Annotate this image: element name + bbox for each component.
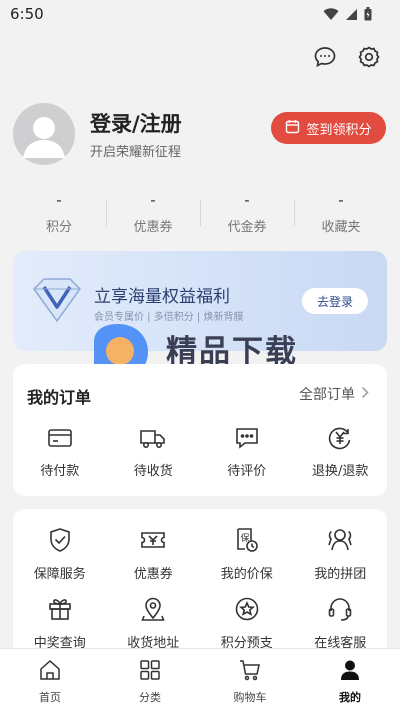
wifi-icon <box>323 6 339 25</box>
status-time: 6:50 <box>10 5 44 23</box>
order-item-label: 待收货 <box>133 464 173 479</box>
stat-value: - <box>244 191 250 209</box>
points-star-icon <box>234 596 260 626</box>
stat-label: 收藏夹 <box>321 220 361 235</box>
card-icon <box>47 426 73 454</box>
status-icons <box>323 6 372 25</box>
stat-favorites[interactable]: - 收藏夹 <box>294 192 388 242</box>
gear-icon[interactable] <box>356 44 382 70</box>
banner-subtitle: 会员专属价 | 多倍积分 | 焕新背膜 <box>94 312 244 323</box>
truck-icon <box>139 426 167 454</box>
order-pending-review[interactable]: 待评价 <box>200 426 294 479</box>
tab-label: 购物车 <box>233 691 267 704</box>
tab-mine[interactable]: 我的 <box>300 649 400 711</box>
service-group-buy[interactable]: 我的拼团 <box>294 527 388 582</box>
stat-points[interactable]: - 积分 <box>12 192 106 242</box>
order-item-label: 待付款 <box>40 464 80 479</box>
shield-check-icon <box>47 527 73 557</box>
member-badge-icon <box>30 277 84 327</box>
home-icon <box>38 658 62 686</box>
order-pending-receipt[interactable]: 待收货 <box>107 426 201 479</box>
stat-value: - <box>338 191 344 209</box>
service-label: 保障服务 <box>33 567 86 582</box>
services-grid: 保障服务 优惠券 保 我的价保 我的拼团 中奖查询 收货地址 积分预支 在线客服 <box>13 527 387 651</box>
avatar[interactable] <box>13 103 75 165</box>
login-subtitle: 开启荣耀新征程 <box>90 145 182 160</box>
price-protect-icon: 保 <box>233 527 261 557</box>
checkin-points-button[interactable]: 签到领积分 <box>271 112 386 144</box>
user-icon <box>338 658 362 686</box>
service-label: 我的价保 <box>220 567 273 582</box>
service-label: 优惠券 <box>133 567 173 582</box>
stat-label: 优惠券 <box>133 220 173 235</box>
grid-icon <box>138 658 162 686</box>
divider <box>106 200 107 226</box>
headset-icon <box>327 596 353 626</box>
service-protection[interactable]: 保障服务 <box>13 527 107 582</box>
stat-value: - <box>56 191 62 209</box>
ticket-icon <box>139 527 167 557</box>
status-bar: 6:50 <box>0 0 400 28</box>
tab-label: 首页 <box>39 691 61 704</box>
chevron-right-icon <box>361 386 369 403</box>
service-coupons[interactable]: 优惠券 <box>107 527 201 582</box>
divider <box>294 200 295 226</box>
stat-vouchers[interactable]: - 代金券 <box>200 192 294 242</box>
battery-icon <box>364 6 372 25</box>
tab-cart[interactable]: 购物车 <box>200 649 300 711</box>
stat-value: - <box>150 191 156 209</box>
stat-label: 积分 <box>45 220 72 235</box>
tab-category[interactable]: 分类 <box>100 649 200 711</box>
service-points-advance[interactable]: 积分预支 <box>200 596 294 651</box>
orders-title: 我的订单 <box>27 388 92 407</box>
checkin-label: 签到领积分 <box>306 122 372 138</box>
bottom-tab-bar: 首页 分类 购物车 我的 <box>0 648 400 711</box>
tab-label: 分类 <box>139 691 161 704</box>
tab-home[interactable]: 首页 <box>0 649 100 711</box>
services-card: 保障服务 优惠券 保 我的价保 我的拼团 中奖查询 收货地址 积分预支 在线客服 <box>13 509 387 659</box>
group-icon <box>326 527 354 557</box>
service-prize-query[interactable]: 中奖查询 <box>13 596 107 651</box>
user-stats: - 积分 - 优惠券 - 代金券 - 收藏夹 <box>12 192 388 242</box>
service-customer-support[interactable]: 在线客服 <box>294 596 388 651</box>
location-pin-icon <box>140 596 166 626</box>
yen-refund-icon <box>327 426 353 454</box>
stat-label: 代金券 <box>227 220 267 235</box>
stat-coupons[interactable]: - 优惠券 <box>106 192 200 242</box>
chat-bubble-icon[interactable] <box>312 44 338 70</box>
signal-icon <box>345 6 358 25</box>
cart-icon <box>238 658 262 686</box>
go-login-button[interactable]: 去登录 <box>302 288 368 314</box>
banner-title: 立享海量权益福利 <box>94 287 230 307</box>
order-pending-payment[interactable]: 待付款 <box>13 426 107 479</box>
service-price-protection[interactable]: 保 我的价保 <box>200 527 294 582</box>
calendar-icon <box>285 119 300 138</box>
gift-icon <box>47 596 73 626</box>
order-refund[interactable]: 退换/退款 <box>294 426 388 479</box>
all-orders-label: 全部订单 <box>299 387 355 403</box>
order-status-list: 待付款 待收货 待评价 退换/退款 <box>13 426 387 479</box>
divider <box>200 200 201 226</box>
orders-card: 我的订单 全部订单 待付款 待收货 待评价 退换/退款 <box>13 364 387 496</box>
order-item-label: 待评价 <box>227 464 267 479</box>
top-actions <box>312 44 382 70</box>
service-address[interactable]: 收货地址 <box>107 596 201 651</box>
login-register-title[interactable]: 登录/注册 <box>90 108 182 138</box>
member-benefits-banner[interactable]: 立享海量权益福利 会员专属价 | 多倍积分 | 焕新背膜 去登录 <box>13 251 387 351</box>
comment-icon <box>234 426 260 454</box>
service-label: 我的拼团 <box>314 567 367 582</box>
tab-label: 我的 <box>339 691 361 704</box>
all-orders-link[interactable]: 全部订单 <box>299 384 369 404</box>
order-item-label: 退换/退款 <box>312 464 369 479</box>
